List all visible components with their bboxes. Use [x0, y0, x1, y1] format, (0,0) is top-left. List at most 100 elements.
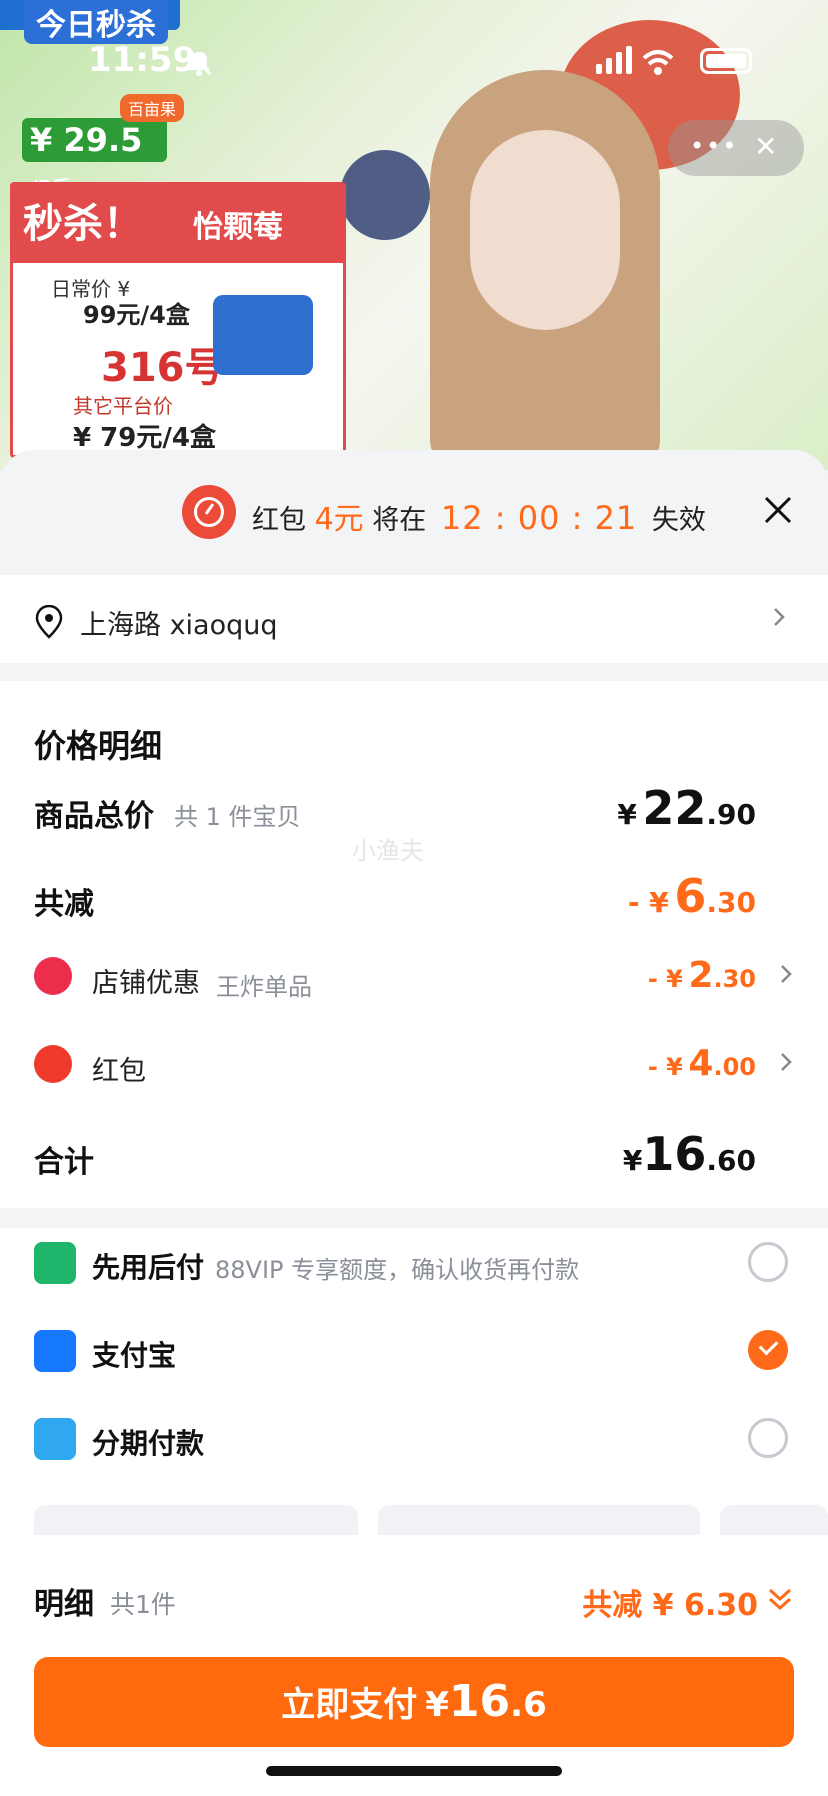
chevron-right-icon [781, 1053, 792, 1071]
timer-countdown: 12 : 00 : 21 [440, 499, 638, 537]
radio-installment[interactable] [748, 1418, 788, 1458]
capsule-close-icon[interactable]: ✕ [754, 130, 777, 163]
red-packet-timer: 红包 4元 将在 12 : 00 : 21 失效 [0, 450, 828, 575]
address-text: 上海路 xiaoquq [80, 610, 278, 641]
checkout-sheet: 红包 4元 将在 12 : 00 : 21 失效 上海路 xiaoquq 价格明… [0, 450, 828, 1796]
payment-label: 先用后付 [92, 1251, 205, 1284]
address-row[interactable]: 上海路 xiaoquq [0, 575, 828, 663]
payment-option-installment[interactable]: 分期付款 [0, 1404, 828, 1474]
today-flash-sale-tag: 今日秒杀 [24, 0, 168, 44]
red-packet-int: 4 [688, 1043, 714, 1084]
streamer-face [470, 130, 620, 330]
promo-card-title: 秒杀！ [23, 201, 143, 247]
total-int: 22 [642, 781, 707, 835]
total-dec: .90 [706, 798, 756, 831]
pay-currency: ¥ [425, 1685, 449, 1725]
total-price-sub: 共 1 件宝贝 [174, 803, 301, 831]
product-box-image [213, 295, 313, 375]
sum-currency: ¥ [622, 1144, 643, 1177]
daily-price: 99元/4盒 [83, 301, 190, 329]
timer-amount: 4元 [314, 502, 364, 537]
payment-methods: 先用后付 88VIP 专享额度，确认收货再付款 支付宝 分期付款 [0, 1228, 828, 1545]
clock: 11:59 [88, 40, 197, 80]
total-price-label: 商品总价 [34, 799, 154, 834]
total-currency: ¥ [617, 798, 637, 831]
chevron-right-icon [781, 965, 792, 983]
signal-wifi-icon [596, 46, 674, 75]
installment-icon [34, 1418, 76, 1460]
discount-label: 共减 [34, 887, 94, 922]
red-packet-icon [34, 1045, 72, 1083]
detail-label[interactable]: 明细 [34, 1579, 94, 1623]
radio-later-pay[interactable] [748, 1242, 788, 1282]
discount-prefix: - ¥ [627, 886, 669, 919]
pay-dec: .6 [510, 1685, 547, 1725]
payment-label: 支付宝 [92, 1339, 177, 1372]
payment-sub: 88VIP 专享额度，确认收货再付款 [215, 1256, 580, 1284]
promo-card: 秒杀！ 怡颗莓 日常价 ¥ 99元/4盒 316号 其它平台价 ¥ 79元/4盒 [10, 182, 346, 458]
red-packet-label: 红包 [92, 1056, 146, 1087]
promo-price-tag: ¥ 29.5 /5斤 [22, 118, 167, 200]
close-icon[interactable] [758, 490, 798, 530]
promo-card-product: 怡颗莓 [193, 210, 283, 245]
radio-alipay[interactable] [748, 1330, 788, 1370]
detail-count: 共1件 [110, 1590, 176, 1619]
more-icon[interactable]: ••• [690, 132, 738, 160]
shop-offer-sub: 王炸单品 [216, 973, 312, 1001]
promo-price-badge: 百亩果 [120, 94, 185, 122]
timer-text: 红包 4元 将在 12 : 00 : 21 失效 [252, 494, 706, 538]
saving-summary[interactable]: 共减 ¥ 6.30 [582, 1580, 758, 1624]
blueberry-graphic [340, 150, 430, 240]
red-packet-dec: .00 [713, 1053, 756, 1081]
sum-label: 合计 [34, 1145, 94, 1180]
other-platform-price: ¥ 79元/4盒 [73, 423, 216, 453]
bell-muted-icon [186, 48, 212, 76]
shop-offer-row[interactable]: 店铺优惠 王炸单品 - ¥ 2.30 [0, 951, 828, 1011]
status-bar: 11:59 [0, 40, 828, 84]
double-chevron-down-icon[interactable] [766, 1585, 794, 1613]
sum-amount: ¥16.60 [623, 1127, 756, 1181]
discount-int: 6 [674, 869, 707, 923]
location-pin-icon [35, 605, 63, 639]
promo-card-header: 秒杀！ 怡颗莓 [13, 185, 343, 263]
red-packet-amount: - ¥ 4.00 [648, 1043, 756, 1084]
shop-offer-prefix: - ¥ [647, 965, 683, 993]
total-price-amount: ¥ 22.90 [617, 781, 756, 835]
shop-icon [34, 957, 72, 995]
sum-int: 16 [642, 1127, 707, 1181]
timer-middle: 将在 [372, 505, 427, 536]
alipay-icon [34, 1330, 76, 1372]
timer-suffix: 失效 [651, 505, 706, 536]
discount-dec: .30 [706, 886, 756, 919]
promo-price-currency: ¥ [30, 121, 53, 159]
payment-label: 分期付款 [92, 1427, 205, 1460]
promo-date: 316号 [101, 345, 225, 391]
sum-row: 合计 ¥16.60 [0, 1127, 828, 1187]
payment-option-alipay[interactable]: 支付宝 [0, 1316, 828, 1386]
payment-option-later-pay[interactable]: 先用后付 88VIP 专享额度，确认收货再付款 [0, 1228, 828, 1298]
price-detail-panel: 价格明细 小渔夫 商品总价 共 1 件宝贝 ¥ 22.90 共减 - ¥ 6.3… [0, 681, 828, 1208]
shop-offer-dec: .30 [713, 965, 756, 993]
shopping-bag-icon [34, 1242, 76, 1284]
red-packet-prefix: - ¥ [647, 1053, 683, 1081]
discount-amount: - ¥ 6.30 [628, 869, 756, 923]
pay-int: 16 [448, 1676, 511, 1727]
sum-dec: .60 [706, 1144, 756, 1177]
total-price-row: 商品总价 共 1 件宝贝 ¥ 22.90 [0, 781, 828, 841]
pay-now-label: 立即支付 [281, 1685, 418, 1725]
shop-offer-amount: - ¥ 2.30 [648, 955, 756, 996]
pay-now-button[interactable]: 立即支付 ¥16.6 [34, 1657, 794, 1747]
chevron-right-icon [774, 608, 785, 626]
red-packet-row[interactable]: 红包 - ¥ 4.00 [0, 1039, 828, 1099]
mini-program-capsule[interactable]: ••• ✕ [668, 120, 804, 176]
stopwatch-icon [182, 485, 236, 539]
home-indicator[interactable] [266, 1766, 562, 1776]
battery-icon [700, 48, 752, 74]
price-detail-title: 价格明细 [34, 727, 163, 765]
shop-offer-int: 2 [688, 955, 714, 996]
promo-price-value: 29.5 [63, 121, 143, 159]
shop-offer-label: 店铺优惠 [92, 968, 200, 999]
timer-prefix: 红包 [252, 505, 306, 536]
discount-row: 共减 - ¥ 6.30 [0, 869, 828, 929]
other-platform-label: 其它平台价 [73, 394, 173, 418]
